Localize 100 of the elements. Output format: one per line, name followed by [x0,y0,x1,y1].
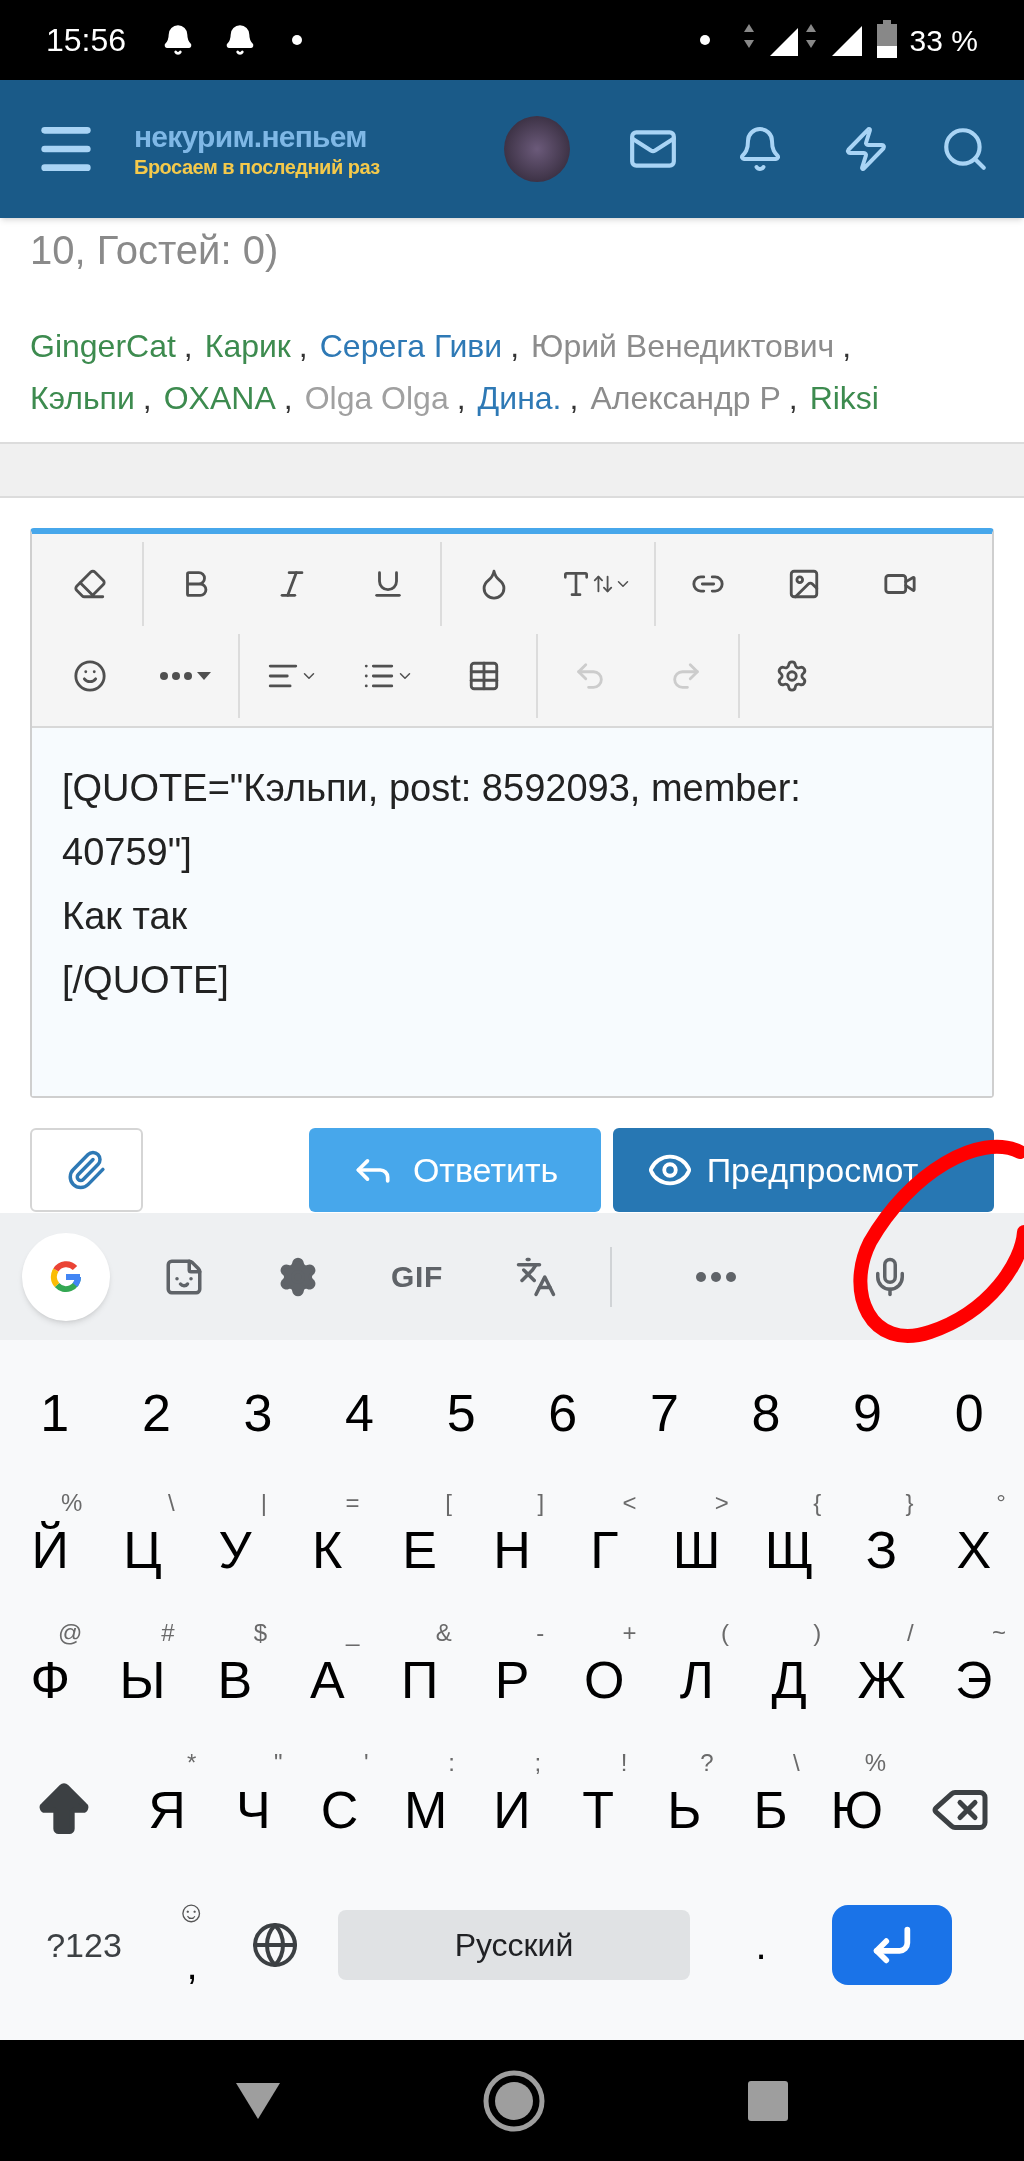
keyboard-key[interactable]: : М [382,1745,469,1875]
keyboard-key[interactable]: % Ю [813,1745,900,1875]
separator: , [183,328,193,364]
key-hint: ! [620,1751,628,1775]
key-hint: $ [253,1621,268,1645]
key-hint: | [260,1491,268,1515]
separator: , [842,328,852,364]
keyboard-key[interactable]: = К [281,1485,374,1615]
keyboard-key[interactable]: | У [188,1485,282,1615]
keyboard-key[interactable]: 4 [308,1340,411,1485]
keyboard-key[interactable]: $ В [188,1615,282,1745]
site-logo-subtitle: Бросаем в последний раз [134,155,380,181]
key-hint: ☺ [176,1897,207,1927]
globe-icon [251,1921,299,1969]
keyboard-key[interactable]: ; И [468,1745,556,1875]
keyboard-key[interactable]: { Щ [742,1485,836,1615]
keyboard-key[interactable]: 3 [207,1340,309,1485]
member-link[interactable]: Кэльпи [30,380,135,416]
key-hint: ; [534,1751,542,1775]
key-hint: & [435,1621,452,1645]
table-icon [467,659,501,693]
keyboard-key[interactable]: < Г [558,1485,651,1615]
key-hint: [ [445,1491,452,1515]
keyboard-key[interactable]: + О [558,1615,651,1745]
keyboard-key[interactable]: 0 [918,1340,1020,1485]
key-hint: ( [720,1621,729,1645]
keyboard-key[interactable]: ° Х [927,1485,1020,1615]
keyboard-key[interactable]: 5 [410,1340,512,1485]
keyboard-key[interactable]: 6 [511,1340,614,1485]
key-hint: _ [346,1621,360,1645]
gif-button[interactable]: GIF [372,1236,462,1317]
key-hint: < [622,1491,637,1515]
more-icon [696,1271,736,1282]
key-hint: * [186,1751,197,1775]
keyboard-key[interactable]: 8 [715,1340,817,1485]
keyboard-key[interactable]: @ Ф [4,1615,97,1745]
key-hint: - [536,1621,545,1645]
key-hint: } [905,1491,914,1515]
site-logo-title: некурим.непьем [134,118,368,155]
keyboard-key[interactable]: / Ж [835,1615,928,1745]
keyboard-key[interactable]: - Р [465,1615,559,1745]
keyboard-key[interactable]: ? Ь [641,1745,728,1875]
keyboard-key[interactable]: ~ Э [927,1615,1020,1745]
keyboard-key[interactable]: 9 [816,1340,919,1485]
space-key[interactable]: Русский [338,1910,690,1980]
keyboard-key[interactable]: " Ч [210,1745,297,1875]
key-hint: > [714,1491,729,1515]
keyboard-key[interactable]: ( Л [650,1615,743,1745]
settings-icon [775,659,809,693]
member-link[interactable]: OXANA [163,380,276,416]
home-icon[interactable] [482,2068,546,2133]
more-icon [159,669,213,683]
key-hint: \ [793,1751,800,1775]
separator: , [298,328,308,364]
attach-button[interactable] [30,1128,143,1212]
message-textarea[interactable]: [QUOTE="Кэльпи, post: 8592093, member: 40759"] Как так [/QUOTE] [32,728,992,1096]
key-hint: ) [813,1621,822,1645]
key-hint: @ [58,1621,83,1645]
keyboard-key[interactable]: _ А [281,1615,374,1745]
keyboard-key[interactable]: ! Т [555,1745,642,1875]
keyboard-key[interactable]: } З [835,1485,928,1615]
back-icon[interactable] [234,2080,282,2121]
keyboard-key[interactable]: \ Ц [96,1485,189,1615]
member-link[interactable]: GingerCat [30,328,176,364]
keyboard-key[interactable]: \ Б [727,1745,814,1875]
keyboard-key[interactable]: ] Н [465,1485,559,1615]
key-hint: % [61,1491,83,1515]
keyboard-key[interactable]: > Ш [650,1485,743,1615]
key-hint: + [622,1621,637,1645]
member-link[interactable]: Riksi [809,380,879,416]
keyboard-key[interactable]: * Я [124,1745,211,1875]
keyboard-key[interactable]: # Ы [96,1615,189,1745]
keyboard-key[interactable]: 2 [105,1340,208,1485]
keyboard-key[interactable]: ) Д [742,1615,836,1745]
keyboard-key[interactable]: % Й [4,1485,97,1615]
keyboard-key[interactable]: 7 [613,1340,716,1485]
enter-key[interactable] [832,1905,952,1985]
member-link[interactable]: Карик [204,328,291,364]
editor-text-line: 40759"] [62,830,193,875]
translate-icon [515,1255,557,1298]
period-key[interactable]: . [716,1905,806,1985]
key-hint: ' [364,1751,369,1775]
symbols-key[interactable]: ?123 [14,1905,154,1985]
recents-icon[interactable] [746,2078,790,2123]
image-icon [787,567,821,601]
eraser-icon [73,567,107,601]
key-hint: ° [996,1491,1006,1515]
keyboard-key[interactable]: & П [373,1615,466,1745]
separator: , [788,380,798,416]
keyboard-key[interactable]: 1 [4,1340,106,1485]
member-link[interactable]: Серега Гиви [319,328,503,364]
preview-button[interactable]: Предпросмот [612,1128,994,1212]
keyboard-key[interactable]: [ Е [373,1485,466,1615]
comma-key[interactable]: ☺ , [162,1895,222,1995]
keyboard-key[interactable]: ' С [296,1745,383,1875]
key-hint: \ [168,1491,175,1515]
key-hint: " [273,1751,283,1775]
member-link[interactable]: Дина. [477,380,562,416]
separator: , [569,380,579,416]
online-count-text: 10, Гостей: 0) [29,227,280,274]
